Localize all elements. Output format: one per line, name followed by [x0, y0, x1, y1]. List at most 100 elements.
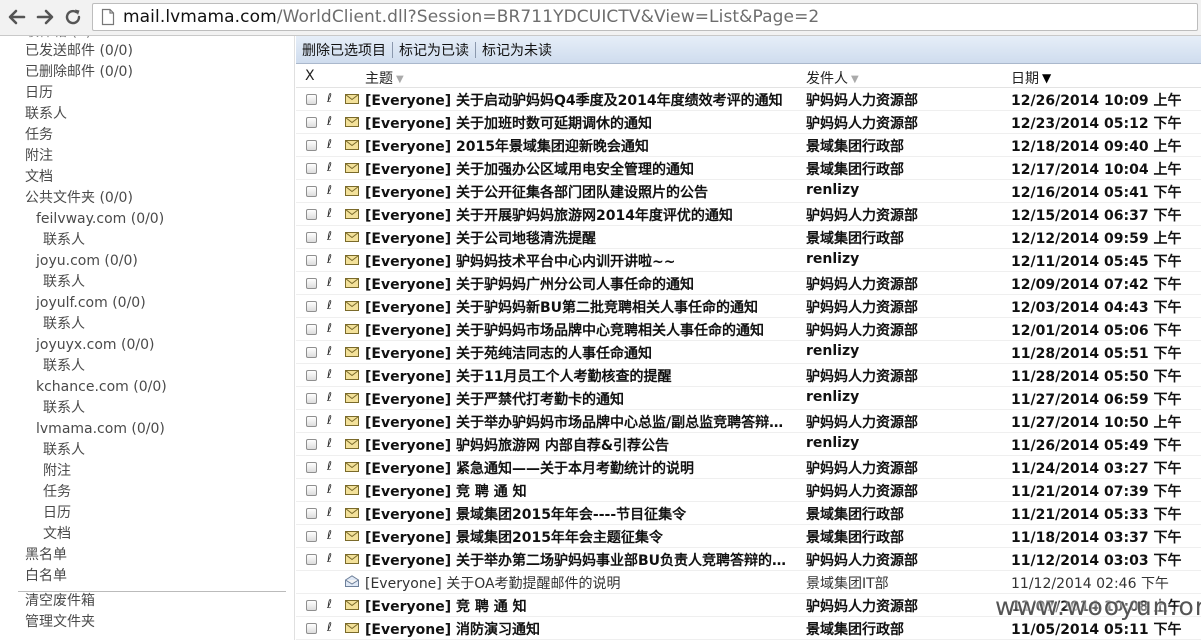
message-subject[interactable]: [Everyone] 关于驴妈妈市场品牌中心竞聘相关人事任命的通知	[365, 320, 797, 340]
table-row[interactable]: ℓ [Everyone] 关于公开征集各部门团队建设照片的公告 renlizy 12/…	[296, 180, 1201, 203]
select-checkbox[interactable]	[306, 370, 317, 381]
sidebar-item[interactable]: 任务	[43, 483, 71, 501]
forward-button[interactable]	[34, 6, 56, 28]
message-subject[interactable]: [Everyone] 关于严禁代打考勤卡的通知	[365, 389, 797, 409]
select-checkbox[interactable]	[306, 232, 317, 243]
select-checkbox[interactable]	[306, 623, 317, 634]
sidebar-item[interactable]: 联系人	[43, 273, 85, 291]
message-subject[interactable]: [Everyone] 关于举办驴妈妈市场品牌中心总监/副总监竞聘答辩会…	[365, 412, 797, 432]
select-checkbox[interactable]	[306, 416, 317, 427]
address-bar[interactable]: mail.lvmama.com/WorldClient.dll?Session=…	[92, 3, 1198, 31]
manage-folders-link[interactable]: 管理文件夹	[25, 613, 95, 631]
back-button[interactable]	[6, 6, 28, 28]
message-subject[interactable]: [Everyone] 消防演习通知	[365, 619, 797, 639]
table-row[interactable]: ℓ [Everyone] 关于驴妈妈新BU第二批竞聘相关人事任命的通知 驴妈妈人力资…	[296, 295, 1201, 318]
empty-trash-link[interactable]: 清空废件箱	[25, 592, 95, 610]
message-subject[interactable]: [Everyone] 关于驴妈妈广州分公司人事任命的通知	[365, 274, 797, 294]
message-subject[interactable]: [Everyone] 关于公开征集各部门团队建设照片的公告	[365, 182, 797, 202]
select-checkbox[interactable]	[306, 508, 317, 519]
table-row[interactable]: ℓ [Everyone] 关于苑纯洁同志的人事任命通知 renlizy 11/28/2…	[296, 341, 1201, 364]
message-subject[interactable]: [Everyone] 关于苑纯洁同志的人事任命通知	[365, 343, 797, 363]
table-row[interactable]: ℓ [Everyone] 关于11月员工个人考勤核查的提醒 驴妈妈人力资源部 11/2…	[296, 364, 1201, 387]
select-checkbox[interactable]	[306, 209, 317, 220]
sidebar-item[interactable]: 已发送邮件 (0/0)	[25, 42, 133, 60]
mark-unread-button[interactable]: 标记为未读	[476, 40, 558, 60]
select-checkbox[interactable]	[306, 439, 317, 450]
sidebar-item[interactable]: joyu.com (0/0)	[36, 252, 138, 270]
table-row[interactable]: ℓ [Everyone] 驴妈妈旅游网 内部自荐&引荐公告 renlizy 11/26…	[296, 433, 1201, 456]
message-subject[interactable]: [Everyone] 关于举办第二场驴妈妈事业部BU负责人竞聘答辩的温…	[365, 550, 797, 570]
select-checkbox[interactable]	[306, 301, 317, 312]
select-checkbox[interactable]	[306, 554, 317, 565]
message-subject[interactable]: [Everyone] 驴妈妈技术平台中心内训开讲啦~~	[365, 251, 797, 271]
table-row[interactable]: ℓ [Everyone] 关于驴妈妈广州分公司人事任命的通知 驴妈妈人力资源部 12/…	[296, 272, 1201, 295]
select-checkbox[interactable]	[306, 600, 317, 611]
sender-column-header[interactable]: 发件人 ▼	[806, 68, 859, 88]
mark-read-button[interactable]: 标记为已读	[393, 40, 475, 60]
sidebar-item[interactable]: 联系人	[25, 105, 67, 123]
message-subject[interactable]: [Everyone] 关于OA考勤提醒邮件的说明	[365, 573, 797, 593]
message-subject[interactable]: [Everyone] 关于启动驴妈妈Q4季度及2014年度绩效考评的通知	[365, 90, 797, 110]
select-checkbox[interactable]	[306, 94, 317, 105]
table-row[interactable]: ℓ [Everyone] 竞 聘 通 知驴妈妈人力资源部 11/21/2014 07…	[296, 479, 1201, 502]
sidebar-item[interactable]: joyuyx.com (0/0)	[36, 336, 154, 354]
sidebar-item[interactable]: 联系人	[43, 441, 85, 459]
address-text[interactable]: mail.lvmama.com/WorldClient.dll?Session=…	[123, 7, 819, 27]
select-checkbox[interactable]	[306, 117, 317, 128]
select-checkbox[interactable]	[306, 255, 317, 266]
sidebar-item[interactable]: lvmama.com (0/0)	[36, 420, 165, 438]
select-checkbox[interactable]	[306, 462, 317, 473]
reload-button[interactable]	[62, 6, 84, 28]
sidebar-item[interactable]: 联系人	[43, 315, 85, 333]
table-row[interactable]: ℓ [Everyone] 关于加班时数可延期调休的通知 驴妈妈人力资源部 12/23/…	[296, 111, 1201, 134]
select-checkbox[interactable]	[306, 485, 317, 496]
sidebar-item[interactable]: 附注	[43, 462, 71, 480]
table-row[interactable]: ℓ [Everyone] 驴妈妈技术平台中心内训开讲啦~~ renlizy 12/11…	[296, 249, 1201, 272]
table-row[interactable]: ℓ [Everyone] 关于举办第二场驴妈妈事业部BU负责人竞聘答辩的温… 驴妈妈…	[296, 548, 1201, 571]
select-checkbox[interactable]	[306, 186, 317, 197]
table-row[interactable]: ℓ [Everyone] 关于开展驴妈妈旅游网2014年度评优的通知 驴妈妈人力资源…	[296, 203, 1201, 226]
sidebar-item[interactable]: kchance.com (0/0)	[36, 378, 167, 396]
sidebar-item[interactable]: 白名单	[25, 567, 67, 585]
select-checkbox[interactable]	[306, 531, 317, 542]
sidebar-item[interactable]: 附注	[25, 147, 53, 165]
table-row[interactable]: ℓ [Everyone] 景域集团2015年年会主题征集令 景域集团行政部 11/18…	[296, 525, 1201, 548]
table-row[interactable]: [Everyone] 关于OA考勤提醒邮件的说明 景域集团IT部 11/12/201…	[296, 571, 1201, 594]
sidebar-item[interactable]: 联系人	[43, 399, 85, 417]
sidebar-item[interactable]: 文档	[43, 525, 71, 543]
select-all-header[interactable]: X	[305, 68, 315, 84]
message-subject[interactable]: [Everyone] 关于公司地毯清洗提醒	[365, 228, 797, 248]
sidebar-item[interactable]: 文档	[25, 168, 53, 186]
sidebar-item[interactable]: joyulf.com (0/0)	[36, 294, 146, 312]
message-subject[interactable]: [Everyone] 竞 聘 通 知	[365, 596, 797, 616]
table-row[interactable]: ℓ [Everyone] 关于严禁代打考勤卡的通知 renlizy 11/27/201…	[296, 387, 1201, 410]
message-subject[interactable]: [Everyone] 关于11月员工个人考勤核查的提醒	[365, 366, 797, 386]
sidebar-item[interactable]: 联系人	[43, 231, 85, 249]
message-subject[interactable]: [Everyone] 关于加班时数可延期调休的通知	[365, 113, 797, 133]
table-row[interactable]: ℓ [Everyone] 关于公司地毯清洗提醒 景域集团行政部 12/12/2014 …	[296, 226, 1201, 249]
sidebar-item[interactable]: 联系人	[43, 357, 85, 375]
select-checkbox[interactable]	[306, 393, 317, 404]
date-column-header[interactable]: 日期 ▼	[1011, 68, 1051, 88]
message-subject[interactable]: [Everyone] 竞 聘 通 知	[365, 481, 797, 501]
message-subject[interactable]: [Everyone] 关于驴妈妈新BU第二批竞聘相关人事任命的通知	[365, 297, 797, 317]
message-subject[interactable]: [Everyone] 景域集团2015年年会----节目征集令	[365, 504, 797, 524]
table-row[interactable]: ℓ [Everyone] 关于加强办公区域用电安全管理的通知 景域集团行政部 12/1…	[296, 157, 1201, 180]
select-checkbox[interactable]	[306, 347, 317, 358]
message-subject[interactable]: [Everyone] 驴妈妈旅游网 内部自荐&引荐公告	[365, 435, 797, 455]
message-subject[interactable]: [Everyone] 景域集团2015年年会主题征集令	[365, 527, 797, 547]
select-checkbox[interactable]	[306, 278, 317, 289]
message-subject[interactable]: [Everyone] 关于开展驴妈妈旅游网2014年度评优的通知	[365, 205, 797, 225]
sidebar-item[interactable]: 任务	[25, 126, 53, 144]
table-row[interactable]: ℓ [Everyone] 2015年景域集团迎新晚会通知 景域集团行政部 12/18/…	[296, 134, 1201, 157]
select-checkbox[interactable]	[306, 163, 317, 174]
sidebar-item[interactable]: 黑名单	[25, 546, 67, 564]
select-checkbox[interactable]	[306, 140, 317, 151]
sidebar-item[interactable]: 日历	[25, 84, 53, 102]
table-row[interactable]: ℓ [Everyone] 关于举办驴妈妈市场品牌中心总监/副总监竞聘答辩会… 驴妈妈…	[296, 410, 1201, 433]
sidebar-item[interactable]: 已删除邮件 (0/0)	[25, 63, 133, 81]
table-row[interactable]: ℓ [Everyone] 关于驴妈妈市场品牌中心竞聘相关人事任命的通知 驴妈妈人力资…	[296, 318, 1201, 341]
table-row[interactable]: ℓ [Everyone] 关于启动驴妈妈Q4季度及2014年度绩效考评的通知 驴妈妈…	[296, 88, 1201, 111]
table-row[interactable]: ℓ [Everyone] 景域集团2015年年会----节目征集令 景域集团行政部 1…	[296, 502, 1201, 525]
message-subject[interactable]: [Everyone] 2015年景域集团迎新晚会通知	[365, 136, 797, 156]
